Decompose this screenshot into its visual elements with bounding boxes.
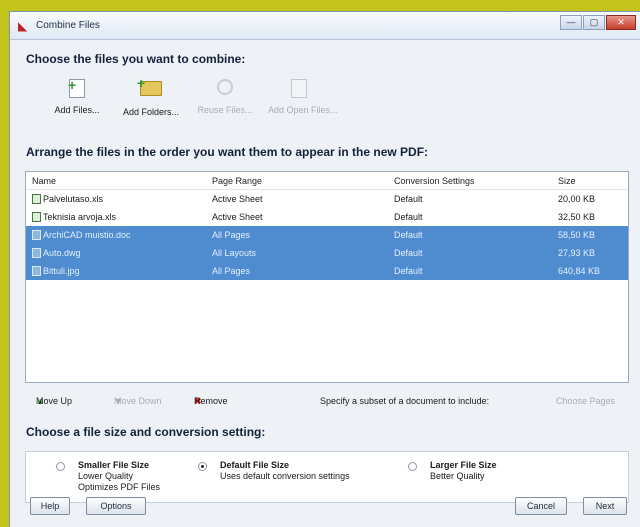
file-name: Auto.dwg	[43, 247, 81, 258]
subset-hint: Specify a subset of a document to includ…	[320, 396, 490, 406]
default-file-size-option[interactable]: Default File Size Uses default conversio…	[198, 460, 350, 482]
header-name[interactable]: Name	[26, 176, 212, 186]
conversion-setting: Default	[394, 248, 423, 258]
reuse-files-button[interactable]: Reuse Files...	[194, 77, 256, 127]
conversion-setting: Default	[394, 194, 423, 204]
dwg-file-icon	[32, 248, 41, 259]
file-name: Teknisia arvoja.xls	[43, 211, 117, 222]
minimize-button[interactable]: —	[560, 15, 582, 30]
maximize-button[interactable]: ▢	[583, 15, 605, 30]
default-radio[interactable]	[198, 462, 207, 471]
conversion-setting: Default	[394, 230, 423, 240]
add-folders-button[interactable]: + Add Folders...	[120, 75, 182, 127]
window-controls: — ▢ ✕	[560, 15, 636, 30]
choose-pages-button[interactable]: Choose Pages	[556, 396, 615, 406]
page-range: All Pages	[212, 266, 251, 276]
list-item[interactable]: Bittuli.jpg All Pages Default 640,84 KB	[26, 262, 628, 280]
file-size: 640,84 KB	[558, 266, 601, 276]
file-size: 20,00 KB	[558, 194, 596, 204]
file-name: ArchiCAD muistio.doc	[43, 229, 131, 240]
excel-file-icon	[32, 194, 41, 205]
arrange-files-heading: Arrange the files in the order you want …	[26, 145, 429, 159]
word-file-icon	[32, 230, 41, 241]
add-files-button[interactable]: + Add Files...	[46, 77, 108, 127]
page-range: All Pages	[212, 230, 251, 240]
page-range: Active Sheet	[212, 212, 263, 222]
option-desc: Optimizes PDF Files	[78, 482, 161, 492]
next-button[interactable]: Next	[583, 497, 627, 515]
add-folders-label: Add Folders...	[122, 107, 180, 117]
file-name: Palvelutaso.xls	[43, 193, 104, 204]
page-range: All Layouts	[212, 248, 257, 258]
list-tools: ▲ Move Up ▼ Move Down ✖ Remove Specify a su…	[36, 396, 636, 412]
add-open-files-label: Add Open Files...	[268, 105, 338, 115]
option-desc: Better Quality	[430, 471, 485, 481]
close-button[interactable]: ✕	[606, 15, 636, 30]
larger-file-size-option[interactable]: Larger File Size Better Quality	[408, 460, 497, 482]
header-page-range[interactable]: Page Range	[212, 176, 394, 186]
excel-file-icon	[32, 212, 41, 223]
help-button[interactable]: Help	[30, 497, 70, 515]
file-size-options: Smaller File Size Lower Quality Optimize…	[25, 451, 629, 503]
file-name: Bittuli.jpg	[43, 265, 80, 276]
file-toolbar: + Add Files... + Add Folders... Reuse Fi…	[46, 75, 342, 127]
conversion-setting: Default	[394, 212, 423, 222]
add-folder-icon: +	[137, 75, 162, 101]
reuse-files-label: Reuse Files...	[197, 105, 253, 115]
options-button[interactable]: Options	[86, 497, 146, 515]
add-file-icon: +	[66, 77, 88, 99]
title-bar: ◣ Combine Files — ▢ ✕	[10, 12, 640, 40]
remove-label: Remove	[194, 396, 228, 406]
file-size: 27,93 KB	[558, 248, 596, 258]
option-title: Larger File Size	[430, 460, 497, 470]
list-header: Name Page Range Conversion Settings Size	[26, 172, 628, 190]
smaller-file-size-option[interactable]: Smaller File Size Lower Quality Optimize…	[56, 460, 160, 493]
list-item[interactable]: Teknisia arvoja.xls Active Sheet Default…	[26, 208, 628, 226]
add-files-label: Add Files...	[54, 105, 100, 115]
acrobat-icon: ◣	[18, 19, 28, 33]
smaller-radio[interactable]	[56, 462, 65, 471]
page-range: Active Sheet	[212, 194, 263, 204]
reuse-files-icon	[214, 79, 236, 99]
choose-files-heading: Choose the files you want to combine:	[26, 52, 246, 66]
list-item[interactable]: Auto.dwg All Layouts Default 27,93 KB	[26, 244, 628, 262]
option-title: Smaller File Size	[78, 460, 150, 470]
option-desc: Uses default conversion settings	[220, 471, 350, 481]
file-list[interactable]: Name Page Range Conversion Settings Size…	[25, 171, 629, 383]
move-down-label: Move Down	[114, 396, 162, 406]
file-size: 32,50 KB	[558, 212, 596, 222]
header-conversion[interactable]: Conversion Settings	[394, 176, 558, 186]
list-item[interactable]: Palvelutaso.xls Active Sheet Default 20,…	[26, 190, 628, 208]
larger-radio[interactable]	[408, 462, 417, 471]
list-item[interactable]: ArchiCAD muistio.doc All Pages Default 5…	[26, 226, 628, 244]
file-size-heading: Choose a file size and conversion settin…	[26, 425, 266, 439]
cancel-button[interactable]: Cancel	[515, 497, 567, 515]
header-size[interactable]: Size	[558, 176, 626, 186]
option-title: Default File Size	[220, 460, 290, 470]
open-files-icon	[288, 79, 310, 99]
option-desc: Lower Quality	[78, 471, 134, 481]
move-up-label: Move Up	[36, 396, 73, 406]
file-size: 58,50 KB	[558, 230, 596, 240]
image-file-icon	[32, 266, 41, 277]
conversion-setting: Default	[394, 266, 423, 276]
window-title: Combine Files	[36, 20, 100, 31]
add-open-files-button[interactable]: Add Open Files...	[268, 77, 338, 127]
combine-files-dialog: ◣ Combine Files — ▢ ✕ Choose the files y…	[9, 11, 640, 527]
